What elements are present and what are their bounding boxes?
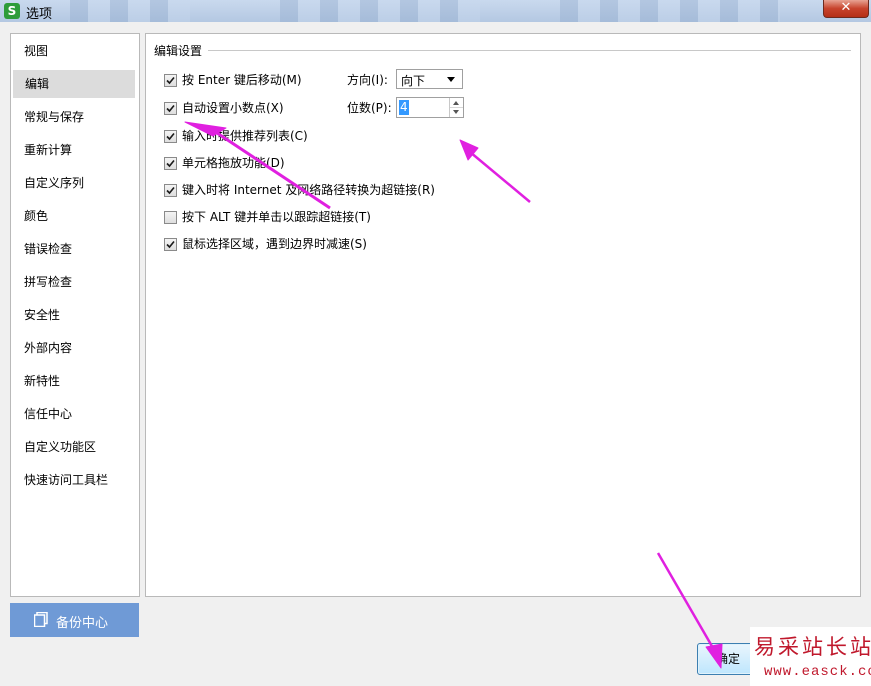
- option-label: 键入时将 Internet 及网络路径转换为超链接(R): [182, 183, 435, 197]
- app-icon: S: [4, 3, 20, 19]
- backup-center-button[interactable]: 备份中心: [10, 603, 139, 637]
- option-label: 按 Enter 键后移动(M): [182, 73, 302, 87]
- check-icon: [166, 132, 175, 141]
- close-button[interactable]: ✕: [823, 0, 869, 18]
- spin-up-button[interactable]: [450, 98, 463, 108]
- blurred-background: [70, 0, 190, 22]
- backup-icon: [34, 612, 48, 627]
- option-label: 输入时提供推荐列表(C): [182, 129, 308, 143]
- direction-label: 方向(I):: [347, 73, 388, 87]
- nav-item-external-content[interactable]: 外部内容: [11, 334, 133, 362]
- nav-item-spell-check[interactable]: 拼写检查: [11, 268, 133, 296]
- nav-item-customize-ribbon[interactable]: 自定义功能区: [11, 433, 133, 461]
- chevron-down-icon: [447, 77, 455, 82]
- check-icon: [166, 104, 175, 113]
- direction-value: 向下: [401, 74, 426, 88]
- section-title: 编辑设置: [154, 44, 203, 58]
- nav-item-color[interactable]: 颜色: [11, 202, 133, 230]
- check-icon: [166, 240, 175, 249]
- nav-item-general-save[interactable]: 常规与保存: [11, 103, 133, 131]
- checkbox[interactable]: [164, 130, 177, 143]
- title-bar: S 选项 ✕: [0, 0, 871, 22]
- arrow-up-icon: [453, 101, 459, 105]
- places-spinner[interactable]: 4: [396, 97, 464, 118]
- arrow-down-icon: [453, 110, 459, 114]
- option-label: 按下 ALT 键并单击以跟踪超链接(T): [182, 210, 371, 224]
- checkbox[interactable]: [164, 238, 177, 251]
- edit-settings-panel: 编辑设置 按 Enter 键后移动(M) 自动设置小数点(X) 输入时提供推荐列…: [145, 33, 861, 597]
- nav-item-edit[interactable]: 编辑: [13, 70, 135, 98]
- checkbox[interactable]: [164, 184, 177, 197]
- blurred-background: [280, 0, 480, 22]
- nav-item-custom-lists[interactable]: 自定义序列: [11, 169, 133, 197]
- window-title: 选项: [26, 7, 53, 22]
- places-label: 位数(P):: [347, 101, 392, 115]
- nav-item-quick-access[interactable]: 快速访问工具栏: [11, 466, 133, 494]
- options-nav: 视图 编辑 常规与保存 重新计算 自定义序列 颜色 错误检查 拼写检查 安全性 …: [10, 33, 140, 597]
- blurred-background: [560, 0, 780, 22]
- watermark: 易采站长站 www.easck.com: [750, 627, 871, 686]
- option-label: 鼠标选择区域，遇到边界时减速(S): [182, 237, 367, 251]
- check-icon: [166, 186, 175, 195]
- nav-item-error-check[interactable]: 错误检查: [11, 235, 133, 263]
- nav-item-view[interactable]: 视图: [11, 37, 133, 65]
- spinner-buttons: [449, 98, 463, 117]
- option-label: 自动设置小数点(X): [182, 101, 284, 115]
- direction-select[interactable]: 向下: [396, 69, 463, 89]
- check-icon: [166, 159, 175, 168]
- section-divider: [208, 50, 851, 51]
- nav-item-new-features[interactable]: 新特性: [11, 367, 133, 395]
- watermark-url: www.easck.com: [764, 664, 871, 680]
- checkbox[interactable]: [164, 157, 177, 170]
- checkbox[interactable]: [164, 74, 177, 87]
- backup-center-label: 备份中心: [56, 616, 109, 631]
- nav-item-trust-center[interactable]: 信任中心: [11, 400, 133, 428]
- check-icon: [166, 76, 175, 85]
- places-value[interactable]: 4: [399, 100, 409, 115]
- watermark-title: 易采站长站: [754, 635, 871, 659]
- nav-item-recalc[interactable]: 重新计算: [11, 136, 133, 164]
- option-label: 单元格拖放功能(D): [182, 156, 285, 170]
- nav-item-security[interactable]: 安全性: [11, 301, 133, 329]
- checkbox[interactable]: [164, 102, 177, 115]
- checkbox[interactable]: [164, 211, 177, 224]
- spin-down-button[interactable]: [450, 108, 463, 117]
